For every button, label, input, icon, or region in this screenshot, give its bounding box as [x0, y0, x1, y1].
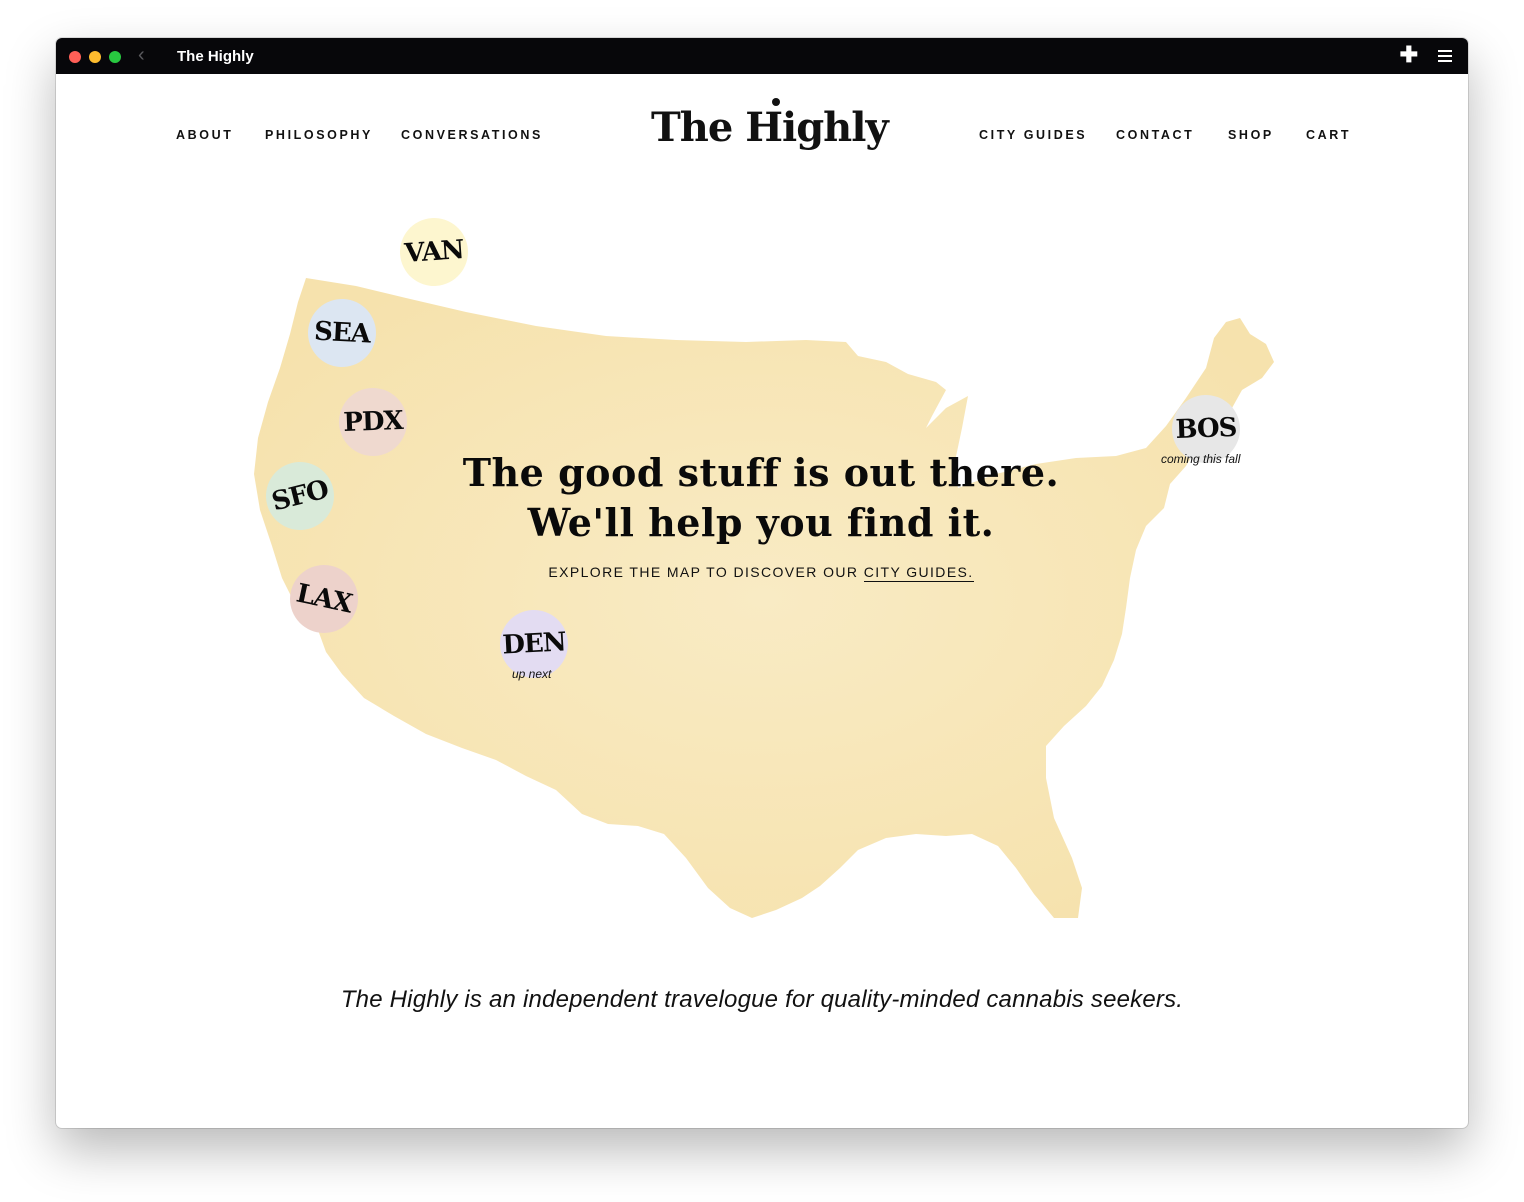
hero-line-2: We'll help you find it.: [527, 500, 995, 545]
city-den-label: DEN: [501, 627, 567, 661]
us-map: [254, 278, 1274, 918]
nav-contact[interactable]: CONTACT: [1116, 128, 1194, 142]
close-window-button[interactable]: [69, 51, 81, 63]
hero-headline: The good stuff is out there. We'll help …: [436, 448, 1086, 548]
us-map-shape: [254, 278, 1274, 918]
site-tagline: The Highly is an independent travelogue …: [340, 986, 1184, 1013]
site-logo[interactable]: The Highly: [651, 104, 889, 166]
explore-text: EXPLORE THE MAP TO DISCOVER OUR CITY GUI…: [436, 564, 1086, 582]
city-pdx-label: PDX: [342, 405, 404, 439]
minimize-window-button[interactable]: [89, 51, 101, 63]
nav-conversations[interactable]: CONVERSATIONS: [401, 128, 543, 142]
plus-icon[interactable]: ✚: [1400, 44, 1418, 66]
nav-cart[interactable]: CART: [1306, 128, 1351, 142]
zoom-window-button[interactable]: [109, 51, 121, 63]
city-den-note: up next: [512, 667, 552, 681]
city-bos-label: BOS: [1175, 412, 1237, 446]
explore-prefix: EXPLORE THE MAP TO DISCOVER OUR: [548, 564, 859, 580]
chevron-left-icon[interactable]: ‹: [138, 45, 145, 65]
nav-philosophy[interactable]: PHILOSOPHY: [265, 128, 373, 142]
nav-city-guides[interactable]: CITY GUIDES: [979, 128, 1087, 142]
nav-about[interactable]: ABOUT: [176, 128, 233, 142]
nav-shop[interactable]: SHOP: [1228, 128, 1274, 142]
city-bos-note: coming this fall: [1161, 452, 1241, 466]
city-sfo-label: SFO: [268, 474, 332, 518]
title-bar: ‹ The Highly ✚: [56, 38, 1468, 74]
city-guides-link[interactable]: CITY GUIDES.: [863, 564, 974, 582]
browser-window: ‹ The Highly ✚ ABOUT PHILOSOPHY CONVERSA…: [56, 38, 1468, 1128]
city-van-label: VAN: [403, 234, 465, 270]
hamburger-icon[interactable]: [1438, 50, 1452, 62]
window-title: The Highly: [177, 48, 254, 65]
hero-line-1: The good stuff is out there.: [462, 450, 1060, 495]
city-lax-label: LAX: [293, 578, 355, 620]
city-sea-label: SEA: [313, 316, 371, 350]
